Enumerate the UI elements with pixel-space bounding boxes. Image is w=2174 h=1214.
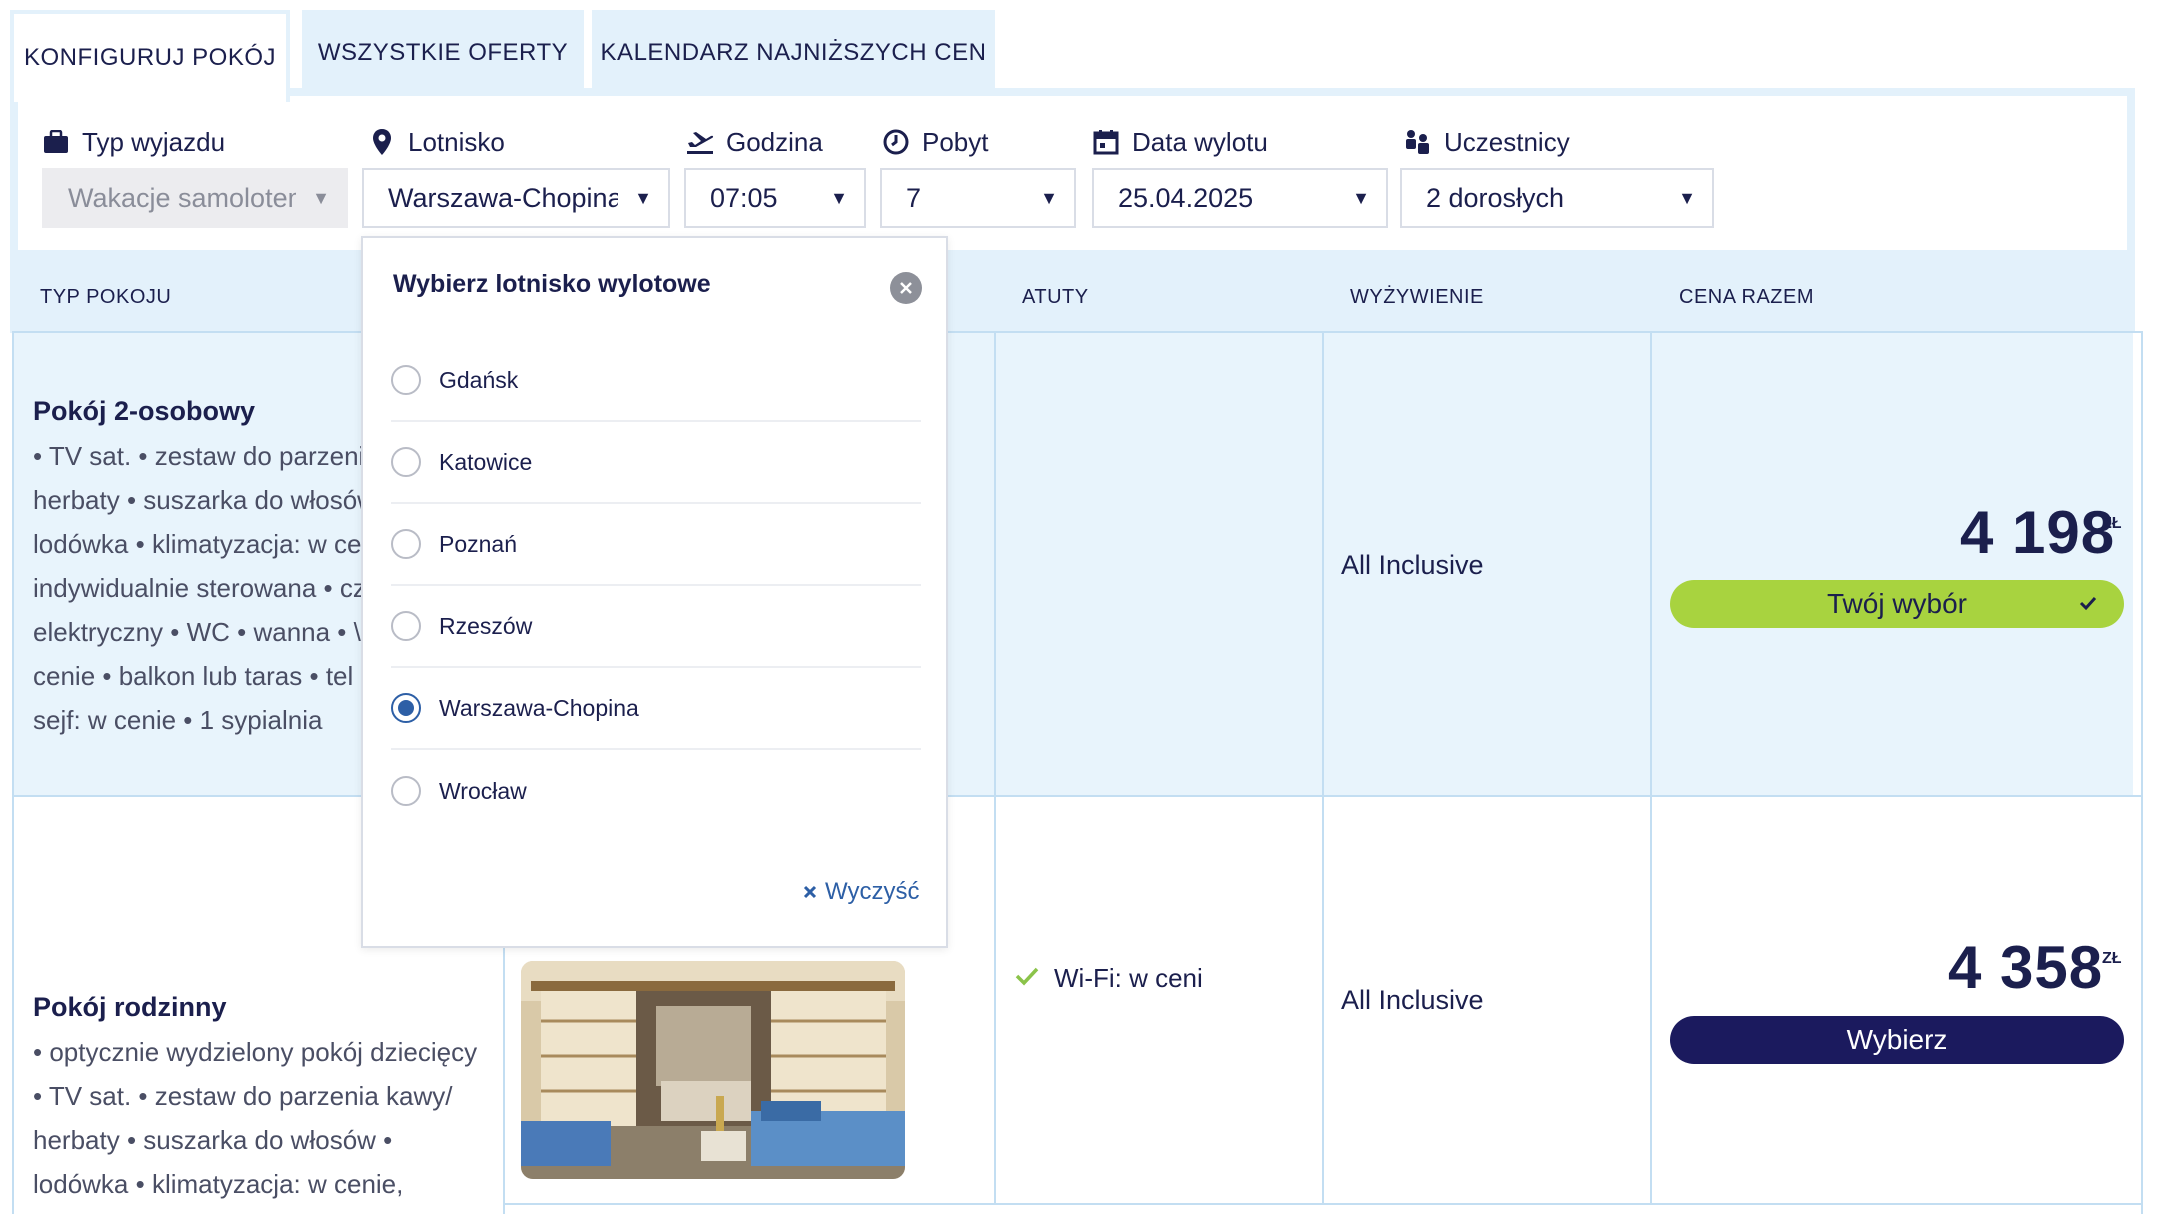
- map-pin-icon: [368, 128, 396, 156]
- airport-value: Warszawa-Chopina: [388, 182, 618, 213]
- tab-label: KONFIGURUJ POKÓJ: [23, 44, 277, 71]
- date-value: 25.04.2025: [1118, 182, 1254, 213]
- perk-wifi: Wi-Fi: w ceni: [1014, 963, 1203, 994]
- airport-option[interactable]: Wrocław: [391, 750, 921, 832]
- chevron-down-icon: ▼: [1678, 187, 1696, 208]
- suitcase-icon: [42, 128, 70, 156]
- currency: ZŁ: [2102, 950, 2122, 967]
- chevron-down-icon: ▼: [830, 187, 848, 208]
- tab-label: WSZYSTKIE OFERTY: [317, 38, 569, 66]
- total-price: 4 358: [1948, 934, 2104, 1001]
- chevron-down-icon: ▼: [1352, 187, 1370, 208]
- tab-all-offers[interactable]: WSZYSTKIE OFERTY: [302, 10, 584, 95]
- board-type: All Inclusive: [1341, 550, 1484, 580]
- participants-label: Uczestnicy: [1404, 124, 1570, 160]
- room-title: Pokój rodzinny: [33, 992, 227, 1022]
- time-select[interactable]: 07:05 ▼: [684, 168, 866, 228]
- room-photo[interactable]: [521, 961, 905, 1179]
- tab-configure-room[interactable]: KONFIGURUJ POKÓJ: [10, 10, 290, 102]
- chevron-down-icon: ▼: [1040, 187, 1058, 208]
- people-icon: [1404, 128, 1432, 156]
- choose-button[interactable]: Wybierz: [1670, 1016, 2124, 1064]
- header-total-price: CENA RAZEM: [1679, 286, 1815, 308]
- check-icon: [2078, 588, 2098, 625]
- your-choice-button[interactable]: Twój wybór: [1670, 580, 2124, 628]
- trip-type-label: Typ wyjazdu: [42, 124, 225, 160]
- calendar-icon: [1092, 128, 1120, 156]
- airport-option[interactable]: Katowice: [391, 422, 921, 504]
- radio-button[interactable]: [391, 529, 421, 559]
- airport-dropdown-popup: Wybierz lotnisko wylotowe Gdańsk Katowic…: [361, 236, 948, 948]
- chevron-down-icon: ▼: [634, 187, 652, 208]
- radio-button[interactable]: [391, 447, 421, 477]
- tab-label: KALENDARZ NAJNIŻSZYCH CEN: [600, 38, 987, 66]
- airport-option[interactable]: Rzeszów: [391, 586, 921, 668]
- date-select[interactable]: 25.04.2025 ▼: [1092, 168, 1388, 228]
- stay-value: 7: [906, 182, 922, 213]
- check-icon: [1014, 963, 1040, 994]
- trip-type-select[interactable]: Wakacje samolotem ▼: [42, 168, 348, 228]
- close-icon[interactable]: [890, 272, 922, 304]
- trip-type-value: Wakacje samolotem: [68, 182, 296, 213]
- board-type: All Inclusive: [1341, 985, 1484, 1015]
- header-room-type: TYP POKOJU: [40, 286, 172, 308]
- room-title: Pokój 2-osobowy: [33, 396, 256, 426]
- currency: ZŁ: [2102, 515, 2122, 532]
- airport-select[interactable]: Warszawa-Chopina ▼: [362, 168, 670, 228]
- radio-button[interactable]: [391, 776, 421, 806]
- time-value: 07:05: [710, 182, 778, 213]
- header-board: WYŻYWIENIE: [1350, 286, 1484, 308]
- airport-option-selected[interactable]: Warszawa-Chopina: [391, 668, 921, 750]
- row2-perks-cell: [994, 795, 1324, 1205]
- airport-option[interactable]: Gdańsk: [391, 340, 921, 422]
- date-label: Data wylotu: [1092, 124, 1268, 160]
- room-description: • optycznie wydzielony pokój dziecięcy •…: [33, 1037, 478, 1214]
- header-perks: ATUTY: [1022, 286, 1089, 308]
- airport-option[interactable]: Poznań: [391, 504, 921, 586]
- clock-icon: [882, 128, 910, 156]
- row1-perks-cell: [994, 331, 1324, 797]
- radio-button[interactable]: [391, 611, 421, 641]
- airport-label: Lotnisko: [368, 124, 505, 160]
- total-price: 4 198: [1960, 499, 2116, 566]
- participants-value: 2 dorosłych: [1426, 182, 1565, 213]
- close-icon: [803, 878, 817, 906]
- tab-lowest-price-calendar[interactable]: KALENDARZ NAJNIŻSZYCH CEN: [592, 10, 995, 95]
- chevron-down-icon: ▼: [312, 187, 330, 208]
- room-description: • TV sat. • zestaw do parzeni herbaty • …: [33, 441, 361, 735]
- stay-select[interactable]: 7 ▼: [880, 168, 1076, 228]
- radio-button-selected[interactable]: [391, 693, 421, 723]
- row3-partial: [503, 1203, 2143, 1214]
- participants-select[interactable]: 2 dorosłych ▼: [1400, 168, 1714, 228]
- plane-departure-icon: [686, 128, 714, 156]
- clear-selection-link[interactable]: Wyczyść: [803, 878, 919, 906]
- popup-title: Wybierz lotnisko wylotowe: [393, 270, 711, 298]
- radio-button[interactable]: [391, 365, 421, 395]
- stay-label: Pobyt: [882, 124, 989, 160]
- time-label: Godzina: [686, 124, 823, 160]
